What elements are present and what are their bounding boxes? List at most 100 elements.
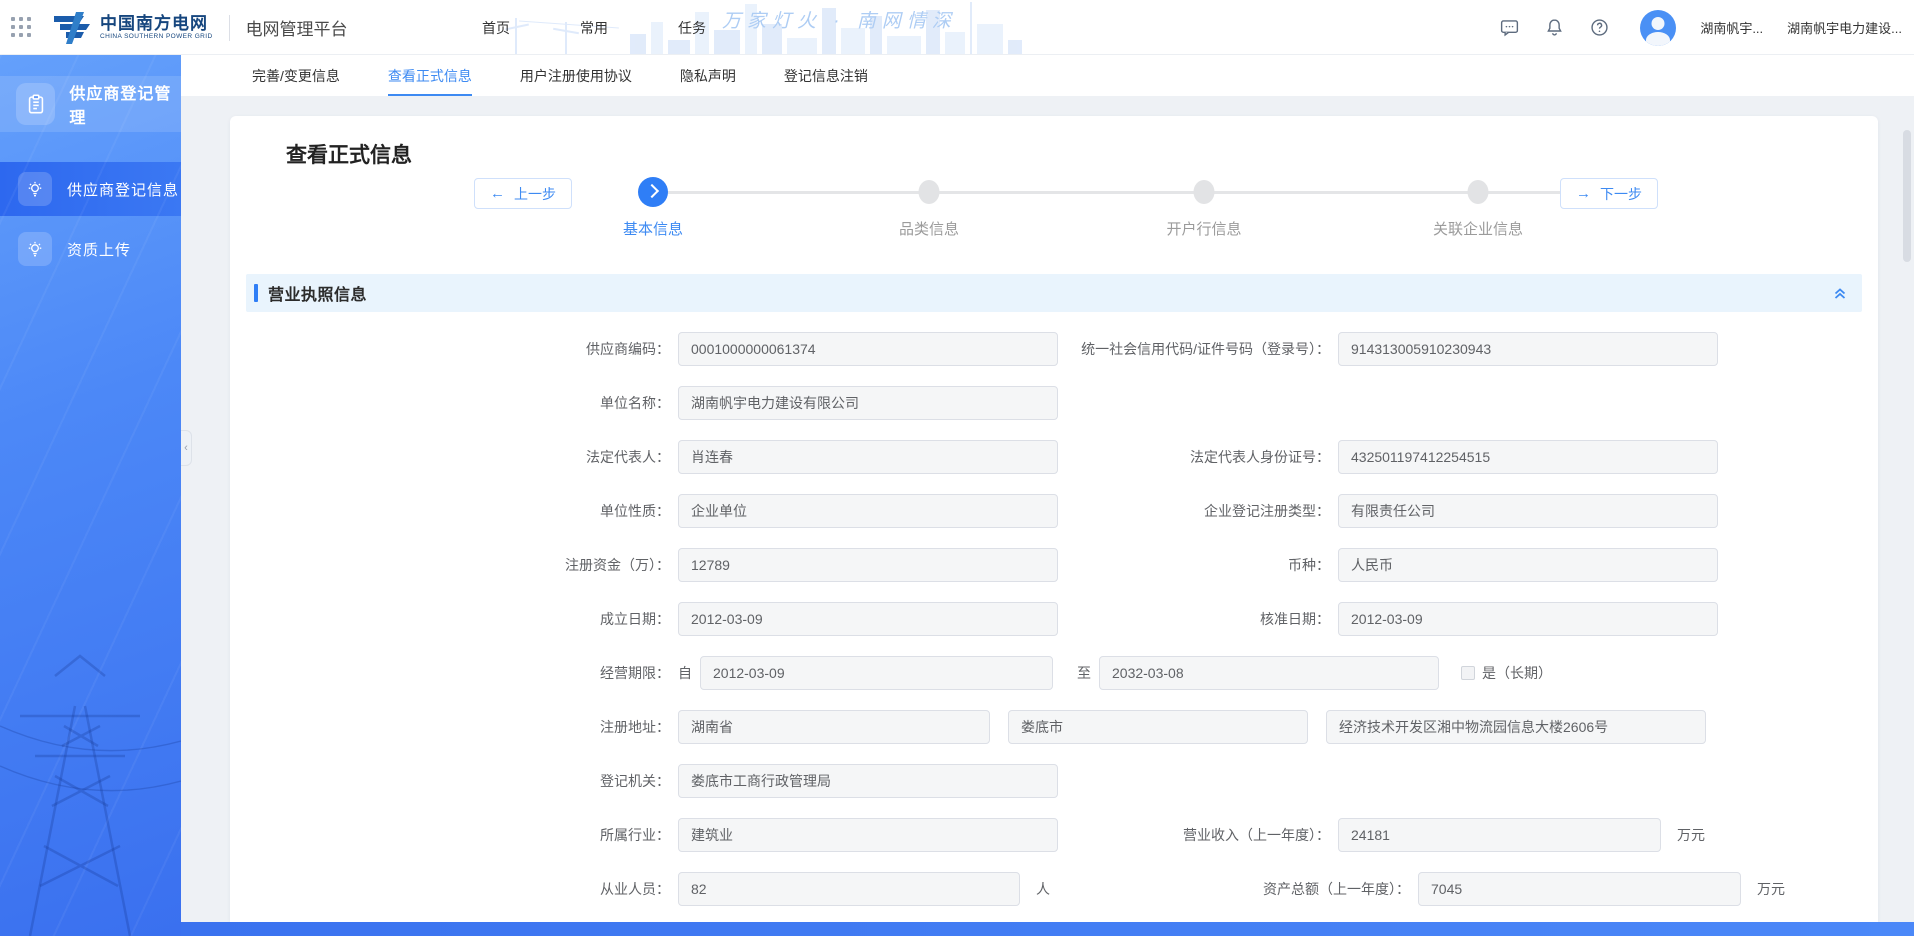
tab-deregistration[interactable]: 登记信息注销 — [784, 55, 868, 96]
step-label-bank-info[interactable]: 开户行信息 — [1166, 218, 1241, 239]
brand-slogan: 万家灯火 · 南网情深 — [722, 6, 957, 33]
long-term-checkbox-label: 是（长期） — [1482, 663, 1552, 683]
steps-track: 基本信息 品类信息 开户行信息 关联企业信息 — [640, 170, 1600, 250]
address-detail-field[interactable]: 经济技术开发区湘中物流园信息大楼2606号 — [1326, 710, 1706, 744]
field-label: 统一社会信用代码/证件号码（登录号）： — [1074, 340, 1330, 359]
field-label: 注册资金（万）： — [246, 556, 670, 575]
form-row: 从业人员： 82 人 资产总额（上一年度）： 7045 万元 — [246, 872, 1862, 906]
sidebar-item-supplier-info[interactable]: 供应商登记信息 — [0, 162, 181, 216]
steps-line — [653, 191, 1600, 194]
legal-representative-field[interactable]: 肖连春 — [678, 440, 1058, 474]
field-label: 成立日期： — [246, 610, 670, 629]
message-icon[interactable] — [1499, 17, 1520, 38]
field-label: 企业登记注册类型： — [1074, 502, 1330, 521]
term-from-label: 自 — [678, 663, 692, 683]
field-label: 供应商编码： — [246, 340, 670, 359]
total-assets-unit: 万元 — [1757, 879, 1785, 899]
company-name-field[interactable]: 湖南帆宇电力建设有限公司 — [678, 386, 1058, 420]
long-term-checkbox[interactable] — [1461, 666, 1475, 680]
brand-name-en: CHINA SOUTHERN POWER GRID — [100, 33, 213, 40]
form-row: 注册地址： 湖南省 娄底市 经济技术开发区湘中物流园信息大楼2606号 — [246, 710, 1862, 744]
nav-home[interactable]: 首页 — [482, 18, 510, 38]
field-label: 资产总额（上一年度）： — [1154, 880, 1410, 899]
step-node-related-company-info[interactable] — [1468, 180, 1489, 204]
stepper: ← 上一步 基本信息 品类信息 开户行信息 关联企业信息 — [246, 170, 1862, 250]
top-navigation: 首页 常用 任务 — [482, 0, 706, 55]
bulb-icon — [18, 172, 52, 206]
brand-name-cn: 中国南方电网 — [100, 15, 213, 33]
platform-title: 电网管理平台 — [246, 15, 348, 40]
industry-field[interactable]: 建筑业 — [678, 818, 1058, 852]
registration-authority-field[interactable]: 娄底市工商行政管理局 — [678, 764, 1058, 798]
app-launcher-icon[interactable] — [10, 16, 34, 40]
employees-unit: 人 — [1036, 879, 1050, 899]
tab-view-formal-info[interactable]: 查看正式信息 — [388, 55, 472, 96]
sidebar-collapse-handle[interactable]: ‹ — [181, 430, 192, 466]
sidebar-group-label: 供应商登记管理 — [69, 80, 181, 128]
arrow-left-icon: ← — [490, 185, 505, 202]
step-node-basic-info[interactable] — [638, 177, 668, 207]
field-label: 注册地址： — [246, 718, 670, 737]
tab-update-change-info[interactable]: 完善/变更信息 — [252, 55, 340, 96]
field-label: 营业收入（上一年度）： — [1074, 826, 1330, 845]
address-city-field[interactable]: 娄底市 — [1008, 710, 1308, 744]
address-province-field[interactable]: 湖南省 — [678, 710, 990, 744]
double-chevron-up-icon[interactable] — [1832, 285, 1848, 301]
credit-code-field[interactable]: 914313005910230943 — [1338, 332, 1718, 366]
term-from-date-field[interactable]: 2012-03-09 — [700, 656, 1053, 690]
field-label: 核准日期： — [1074, 610, 1330, 629]
establish-date-field[interactable]: 2012-03-09 — [678, 602, 1058, 636]
supplier-code-field[interactable]: 0001000000061374 — [678, 332, 1058, 366]
legal-representative-id-field[interactable]: 432501197412254515 — [1338, 440, 1718, 474]
prev-step-button[interactable]: ← 上一步 — [474, 178, 572, 209]
field-label: 单位名称： — [246, 394, 670, 413]
user-company[interactable]: 湖南帆宇电力建设... — [1787, 18, 1902, 37]
registered-capital-field[interactable]: 12789 — [678, 548, 1058, 582]
step-node-bank-info[interactable] — [1194, 180, 1215, 204]
avatar[interactable] — [1640, 10, 1676, 46]
main-card: 查看正式信息 ← 上一步 基本信息 — [230, 116, 1878, 922]
sidebar-item-qualification-upload[interactable]: 资质上传 — [0, 222, 181, 276]
field-label: 单位性质： — [246, 502, 670, 521]
step-label-category-info[interactable]: 品类信息 — [899, 218, 959, 239]
revenue-field[interactable]: 24181 — [1338, 818, 1661, 852]
approval-date-field[interactable]: 2012-03-09 — [1338, 602, 1718, 636]
section-header-business-license: 营业执照信息 — [246, 274, 1862, 312]
section-title: 营业执照信息 — [268, 281, 367, 305]
form-row: 单位性质： 企业单位 企业登记注册类型： 有限责任公司 — [246, 494, 1862, 528]
form-row: 所属行业： 建筑业 营业收入（上一年度）： 24181 万元 — [246, 818, 1862, 852]
tab-user-registration-agreement[interactable]: 用户注册使用协议 — [520, 55, 632, 96]
registration-type-field[interactable]: 有限责任公司 — [1338, 494, 1718, 528]
help-icon[interactable] — [1589, 17, 1610, 38]
nav-common[interactable]: 常用 — [580, 18, 608, 38]
app: 万家灯火 · 南网情深 — [0, 0, 1914, 936]
topbar: 万家灯火 · 南网情深 — [0, 0, 1914, 55]
step-label-basic-info[interactable]: 基本信息 — [623, 218, 683, 239]
total-assets-field[interactable]: 7045 — [1418, 872, 1741, 906]
step-label-related-company-info[interactable]: 关联企业信息 — [1433, 218, 1523, 239]
form-row: 经营期限： 自 2012-03-09 至 2032-03-08 是（长期） — [246, 656, 1862, 690]
field-label: 所属行业： — [246, 826, 670, 845]
step-node-category-info[interactable] — [919, 180, 940, 204]
nav-tasks[interactable]: 任务 — [678, 18, 706, 38]
csg-logo: 中国南方电网 CHINA SOUTHERN POWER GRID — [50, 10, 213, 46]
topbar-right: 湖南帆宇... 湖南帆宇电力建设... — [1499, 0, 1902, 55]
unit-nature-field[interactable]: 企业单位 — [678, 494, 1058, 528]
tab-privacy-statement[interactable]: 隐私声明 — [680, 55, 736, 96]
term-to-date-field[interactable]: 2032-03-08 — [1099, 656, 1439, 690]
field-label: 币种： — [1074, 556, 1330, 575]
footer-strip — [181, 922, 1914, 936]
sidebar-group-supplier-registration[interactable]: 供应商登记管理 — [0, 76, 181, 132]
field-label: 法定代表人： — [246, 448, 670, 467]
form-row: 供应商编码： 0001000000061374 统一社会信用代码/证件号码（登录… — [246, 332, 1862, 366]
content: 完善/变更信息 查看正式信息 用户注册使用协议 隐私声明 登记信息注销 查看正式… — [181, 55, 1914, 936]
currency-field[interactable]: 人民币 — [1338, 548, 1718, 582]
bulb-icon — [18, 232, 52, 266]
bell-icon[interactable] — [1544, 17, 1565, 38]
sidebar-item-label: 供应商登记信息 — [67, 179, 179, 200]
next-step-button[interactable]: → 下一步 — [1560, 178, 1658, 209]
arrow-right-icon: → — [1576, 185, 1591, 202]
user-name[interactable]: 湖南帆宇... — [1700, 18, 1763, 37]
scrollbar-thumb[interactable] — [1903, 130, 1911, 262]
employees-field[interactable]: 82 — [678, 872, 1020, 906]
